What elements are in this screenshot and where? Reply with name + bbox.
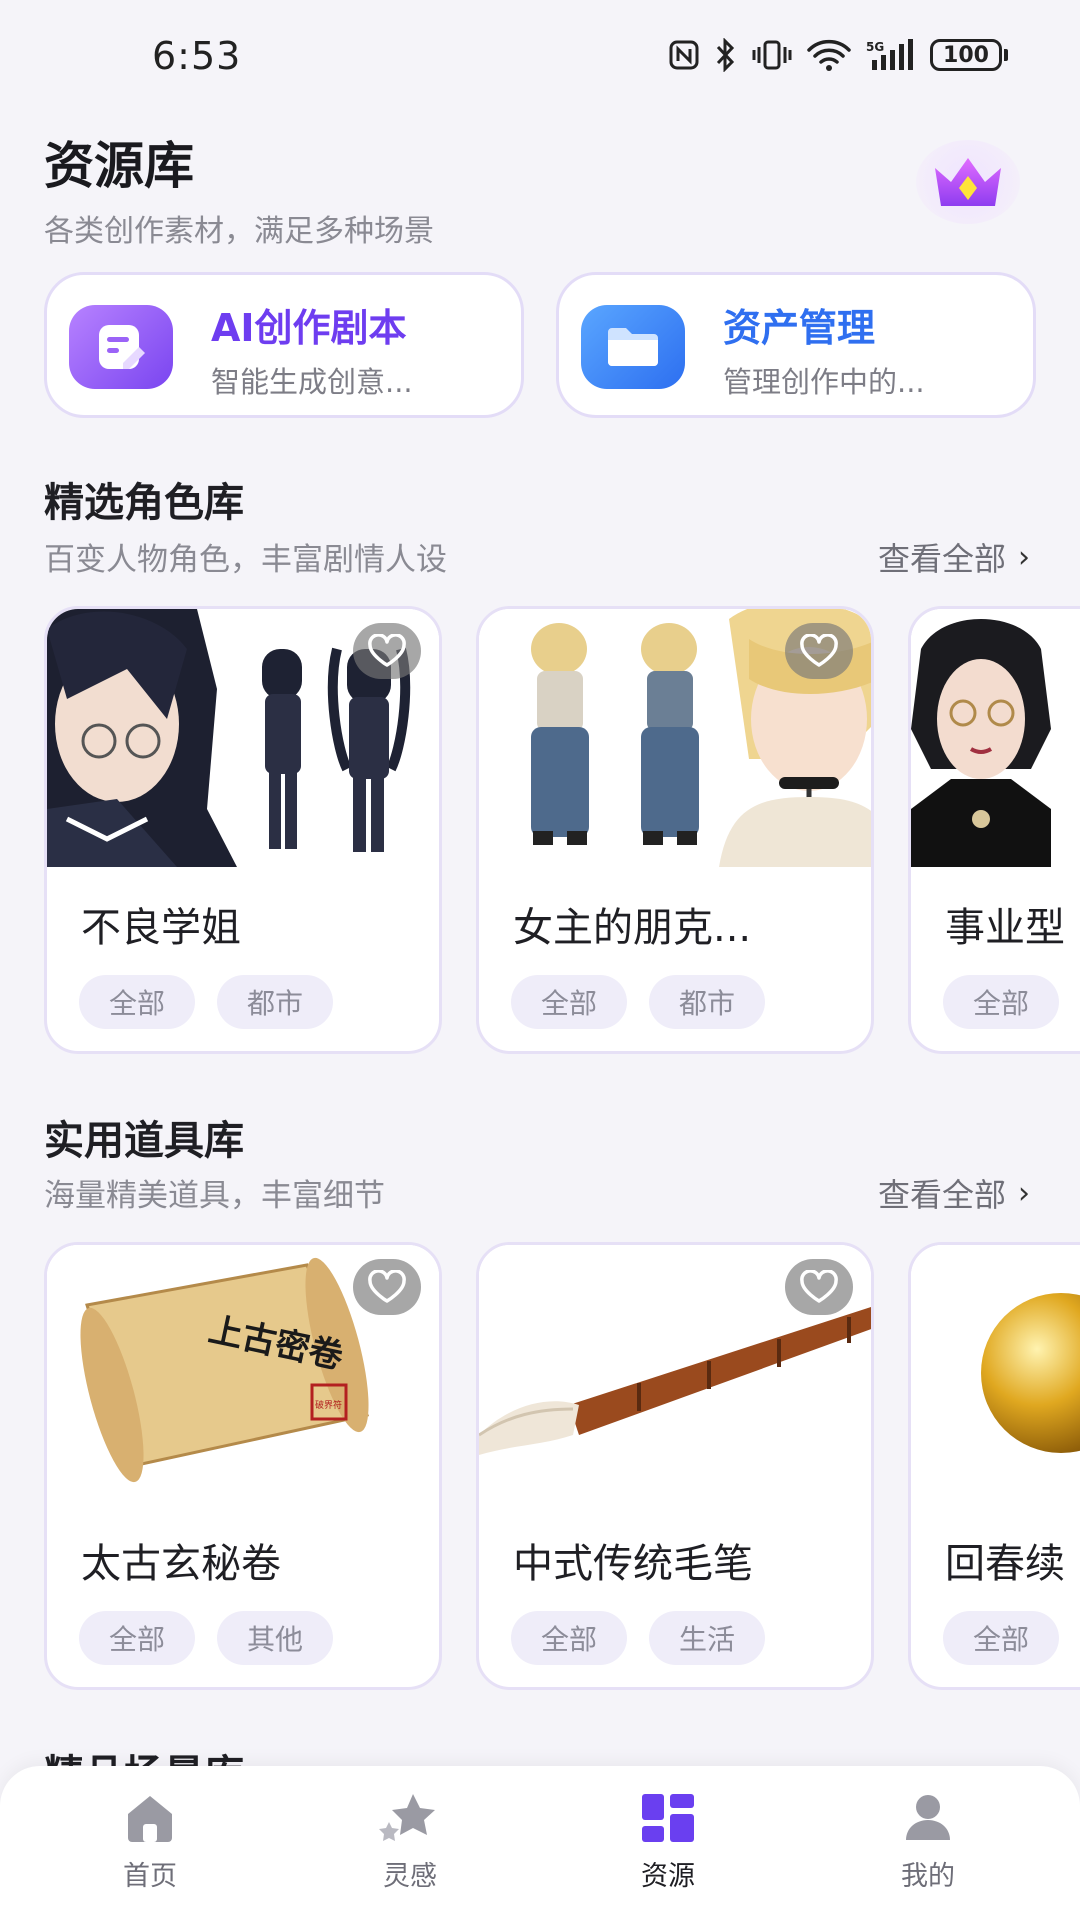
tag[interactable]: 全部 — [511, 1611, 628, 1665]
heart-icon — [800, 1270, 838, 1303]
heart-icon — [800, 634, 838, 667]
tag[interactable]: 全部 — [943, 1611, 1060, 1665]
characters-see-all-link[interactable]: 查看全部 › — [878, 534, 1030, 580]
tag[interactable]: 全部 — [79, 975, 196, 1029]
prop-card-2[interactable]: 中式传统毛笔 全部 生活 — [476, 1242, 874, 1690]
nav-home[interactable]: 首页 — [70, 1792, 230, 1902]
tag[interactable]: 全部 — [511, 975, 628, 1029]
characters-section-title: 精选角色库 — [44, 480, 244, 526]
page-title: 资源库 — [44, 137, 194, 195]
favorite-button[interactable] — [353, 1259, 421, 1315]
tag-list: 全部 其他 — [79, 1611, 334, 1665]
tag[interactable]: 全部 — [79, 1611, 196, 1665]
tag-list: 全部 生活 — [511, 1611, 766, 1665]
props-section-title: 实用道具库 — [44, 1118, 244, 1164]
prop-image — [911, 1245, 1080, 1503]
favorite-button[interactable] — [785, 623, 853, 679]
props-see-all-link[interactable]: 查看全部 › — [878, 1170, 1030, 1216]
heart-icon — [368, 634, 406, 667]
characters-section-subtitle: 百变人物角色，丰富剧情人设 — [44, 542, 447, 578]
heart-icon — [368, 1270, 406, 1303]
nav-label: 灵感 — [383, 1861, 437, 1892]
prop-card-1[interactable]: 上古密卷 破界符 太古玄秘卷 全部 其他 — [44, 1242, 442, 1690]
tag-list: 全部 都市 — [511, 975, 766, 1029]
nav-resources[interactable]: 资源 — [588, 1792, 748, 1902]
crown-icon — [935, 158, 1001, 206]
bluetooth-icon — [716, 38, 735, 72]
signal-5g-icon: 5G — [866, 39, 913, 70]
character-image — [911, 609, 1080, 867]
wifi-icon — [807, 39, 851, 71]
favorite-button[interactable] — [785, 1259, 853, 1315]
nav-label: 我的 — [901, 1861, 955, 1892]
profile-icon — [906, 1795, 950, 1840]
prop-name: 太古玄秘卷 — [81, 1541, 281, 1587]
tag[interactable]: 都市 — [649, 975, 766, 1029]
ai-script-desc: 智能生成创意... — [211, 365, 413, 399]
tag-list: 全部 — [943, 975, 1060, 1029]
props-card-row[interactable]: 上古密卷 破界符 太古玄秘卷 全部 其他 中式传统毛笔 全部 生活 回春续 全部 — [44, 1242, 1080, 1692]
asset-manage-desc: 管理创作中的... — [723, 365, 925, 399]
character-card-1[interactable]: 不良学姐 全部 都市 — [44, 606, 442, 1054]
grid-icon — [642, 1794, 694, 1842]
character-name: 女主的朋克... — [513, 905, 752, 951]
nav-profile[interactable]: 我的 — [848, 1792, 1008, 1902]
tag-list: 全部 都市 — [79, 975, 334, 1029]
asset-manage-title: 资产管理 — [723, 306, 876, 350]
home-icon — [128, 1796, 172, 1842]
seal-text: 破界符 — [315, 1399, 342, 1411]
nav-inspiration[interactable]: 灵感 — [330, 1792, 490, 1902]
tag[interactable]: 其他 — [217, 1611, 334, 1665]
ai-script-card[interactable]: AI创作剧本 智能生成创意... — [44, 272, 524, 418]
characters-card-row[interactable]: 不良学姐 全部 都市 女主的朋克... 全部 都市 事业型 全部 — [44, 606, 1080, 1056]
nfc-icon — [669, 40, 699, 70]
tag[interactable]: 都市 — [217, 975, 334, 1029]
prop-name: 中式传统毛笔 — [513, 1541, 753, 1587]
prop-name: 回春续 — [945, 1541, 1065, 1587]
nav-label: 首页 — [123, 1861, 177, 1892]
chevron-right-icon: › — [1018, 1175, 1030, 1211]
battery-icon: 100 — [930, 39, 1008, 71]
tag[interactable]: 全部 — [943, 975, 1060, 1029]
asset-manage-card[interactable]: 资产管理 管理创作中的... — [556, 272, 1036, 418]
stars-icon — [379, 1794, 435, 1841]
see-all-label: 查看全部 — [877, 1176, 1006, 1214]
favorite-button[interactable] — [353, 623, 421, 679]
vip-crown-button[interactable] — [916, 140, 1020, 224]
see-all-label: 查看全部 — [877, 540, 1006, 578]
character-card-2[interactable]: 女主的朋克... 全部 都市 — [476, 606, 874, 1054]
battery-level: 100 — [930, 39, 1002, 71]
character-name: 事业型 — [945, 905, 1065, 951]
nav-label: 资源 — [641, 1861, 695, 1892]
bottom-navigation: 首页 灵感 资源 我的 — [0, 1766, 1080, 1920]
tag-list: 全部 — [943, 1611, 1060, 1665]
tag[interactable]: 生活 — [649, 1611, 766, 1665]
props-section-subtitle: 海量精美道具，丰富细节 — [44, 1178, 385, 1214]
character-card-3[interactable]: 事业型 全部 — [908, 606, 1080, 1054]
page-subtitle: 各类创作素材，满足多种场景 — [44, 214, 434, 249]
status-time: 6:53 — [152, 34, 242, 78]
vibrate-icon — [752, 40, 792, 70]
prop-card-3[interactable]: 回春续 全部 — [908, 1242, 1080, 1690]
chevron-right-icon: › — [1018, 539, 1030, 575]
character-name: 不良学姐 — [81, 905, 241, 951]
svg-text:5G: 5G — [866, 40, 884, 54]
status-bar: 6:53 5G 100 — [0, 0, 1080, 112]
status-icons: 5G 100 — [668, 38, 1008, 72]
script-edit-icon — [69, 305, 173, 389]
ai-script-title: AI创作剧本 — [211, 306, 407, 350]
folder-icon — [581, 305, 685, 389]
